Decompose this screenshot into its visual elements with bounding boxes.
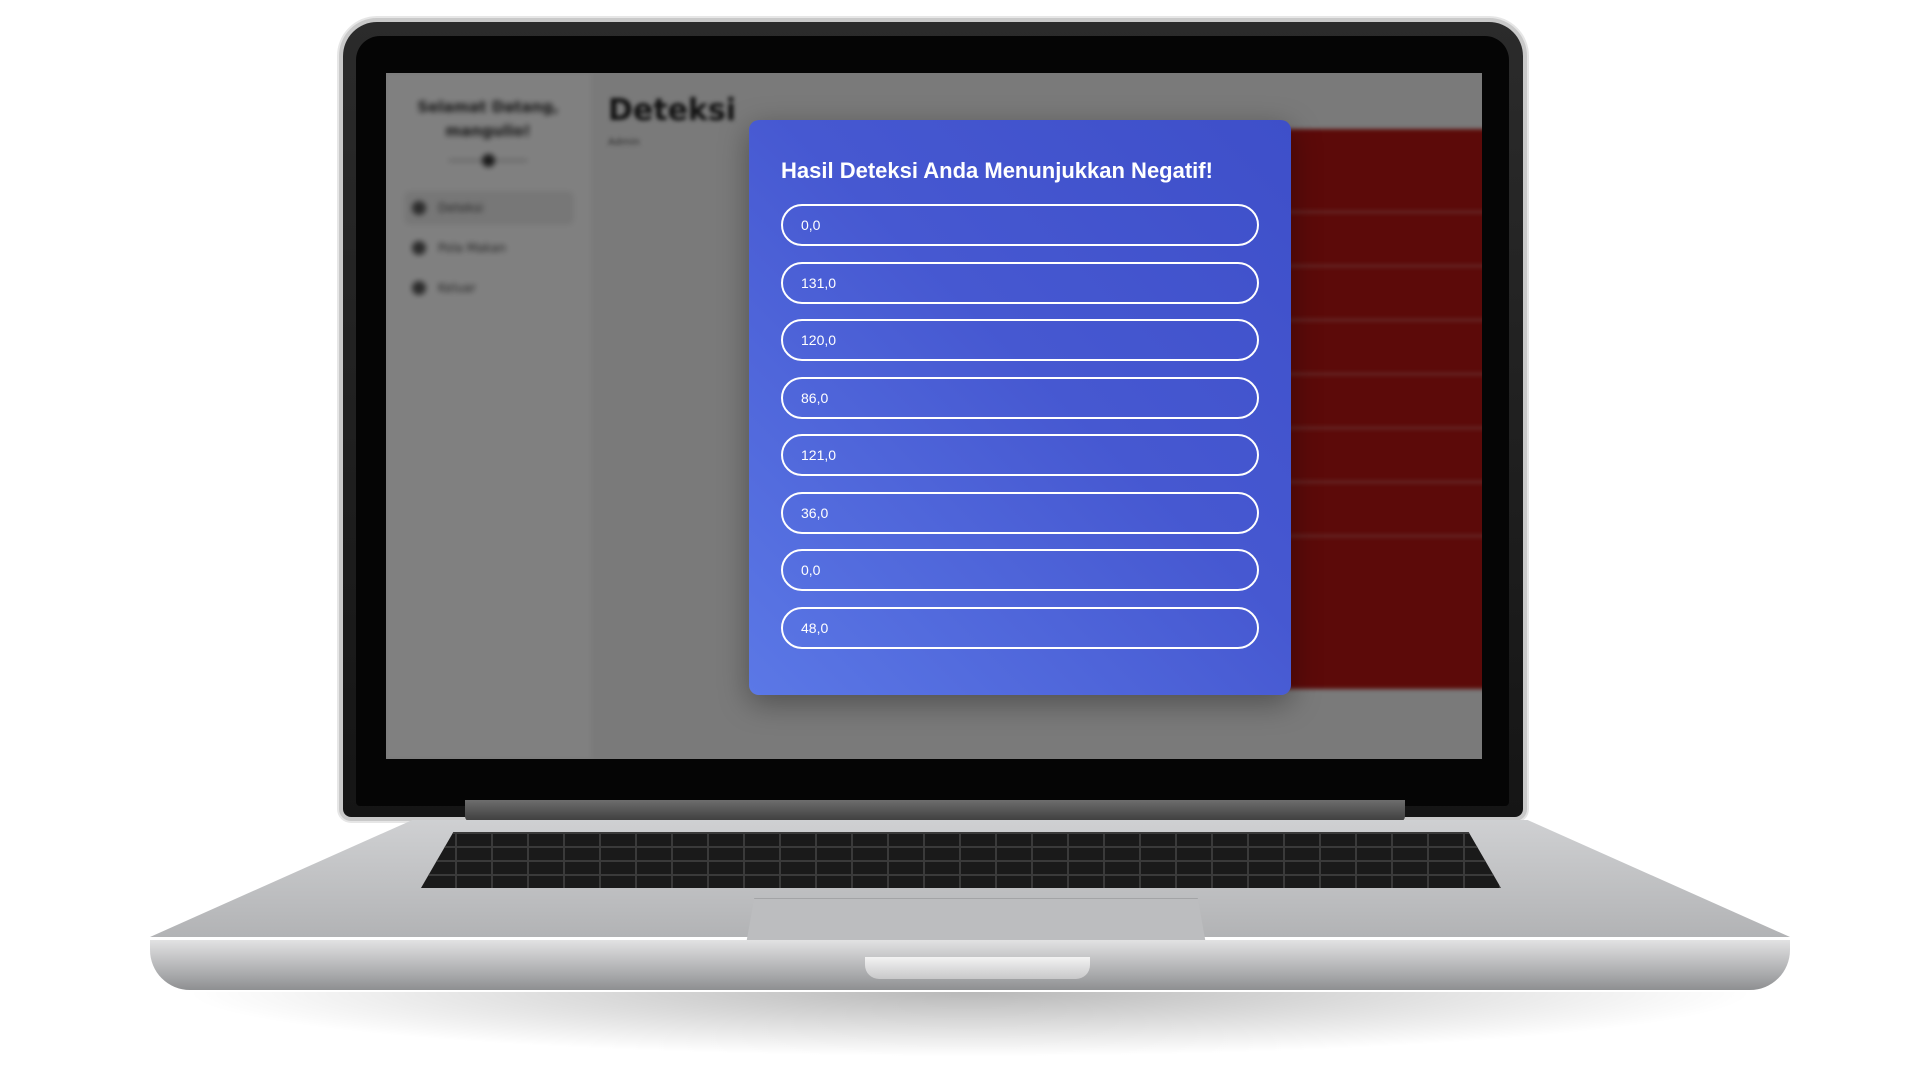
result-field: 120,0 — [781, 319, 1259, 361]
laptop-mockup: Selamat Datang, mangulio! Deteksi Pola M… — [0, 0, 1920, 1080]
result-field: 121,0 — [781, 434, 1259, 476]
result-modal: Hasil Deteksi Anda Menunjukkan Negatif! … — [749, 120, 1291, 695]
result-field: 0,0 — [781, 549, 1259, 591]
result-field: 131,0 — [781, 261, 1259, 304]
result-field: 48,0 — [781, 606, 1259, 649]
result-field: 0,0 — [781, 204, 1259, 246]
modal-title: Hasil Deteksi Anda Menunjukkan Negatif! — [781, 158, 1213, 183]
result-list: 0,0 131,0 120,0 86,0 121,0 36,0 0,0 48,0 — [781, 204, 1259, 664]
app-screen: Selamat Datang, mangulio! Deteksi Pola M… — [386, 73, 1482, 759]
result-field: 36,0 — [781, 491, 1259, 534]
result-field: 86,0 — [781, 376, 1259, 419]
laptop-shadow — [180, 992, 1760, 1057]
keyboard — [421, 832, 1501, 888]
laptop-hinge — [465, 800, 1405, 822]
lid-notch — [865, 957, 1090, 979]
